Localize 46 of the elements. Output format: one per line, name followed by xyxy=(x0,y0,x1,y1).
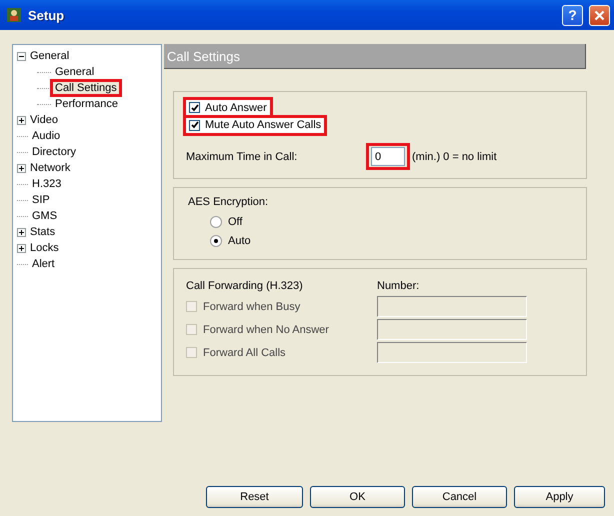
checkbox[interactable] xyxy=(189,120,200,131)
tree-item[interactable]: Call Settings xyxy=(53,82,119,94)
group-label: Call Forwarding (H.323) xyxy=(186,280,303,292)
field-label: Maximum Time in Call: xyxy=(186,150,298,162)
app-icon xyxy=(6,6,22,24)
tree-item[interactable]: Alert xyxy=(30,258,57,270)
dialog-button[interactable]: OK xyxy=(310,486,405,508)
tree-item[interactable]: Stats xyxy=(28,226,58,238)
checkbox-label: Mute Auto Answer Calls xyxy=(205,119,322,132)
tree-item[interactable]: SIP xyxy=(30,194,52,206)
tree-item[interactable]: H.323 xyxy=(30,178,64,190)
input-field[interactable]: 0 xyxy=(371,147,405,166)
radio-label: Auto xyxy=(228,235,251,248)
dialog-button[interactable]: Reset xyxy=(206,486,303,508)
tree-item[interactable]: Directory xyxy=(30,146,78,158)
tree-item[interactable]: General xyxy=(28,50,72,62)
tree-item[interactable]: Network xyxy=(28,162,72,174)
tree-item[interactable]: Video xyxy=(28,114,60,126)
close-button[interactable] xyxy=(589,4,610,26)
radio-button[interactable] xyxy=(210,216,222,228)
tree-item[interactable]: Audio xyxy=(30,130,62,142)
tree-item[interactable]: General xyxy=(53,66,96,78)
expand-icon[interactable] xyxy=(17,164,26,172)
group-label: AES Encryption: xyxy=(188,196,270,208)
checkbox-label: Auto Answer xyxy=(205,102,267,114)
checkbox[interactable] xyxy=(189,102,200,114)
tree-item[interactable]: Performance xyxy=(53,98,120,110)
panel-title: Call Settings xyxy=(164,44,586,69)
radio-button[interactable] xyxy=(210,235,222,248)
expand-icon[interactable] xyxy=(17,116,26,124)
expand-icon[interactable] xyxy=(17,228,26,236)
checkbox-label: Forward All Calls xyxy=(203,346,286,358)
dialog-button[interactable]: Cancel xyxy=(412,486,507,508)
window-title: Setup xyxy=(28,8,66,22)
tree-item[interactable]: GMS xyxy=(30,210,60,222)
help-button[interactable]: ? xyxy=(562,4,583,26)
collapse-icon[interactable] xyxy=(17,52,26,60)
checkbox-label: Forward when Busy xyxy=(203,300,300,312)
column-label: Number: xyxy=(377,280,420,292)
radio-label: Off xyxy=(228,216,242,228)
expand-icon[interactable] xyxy=(17,244,26,252)
dialog-button[interactable]: Apply xyxy=(514,486,605,508)
close-icon xyxy=(594,10,605,20)
checkbox-label: Forward when No Answer xyxy=(203,324,329,336)
tree-item[interactable]: Locks xyxy=(28,242,61,254)
field-hint: (min.) 0 = no limit xyxy=(412,150,497,162)
